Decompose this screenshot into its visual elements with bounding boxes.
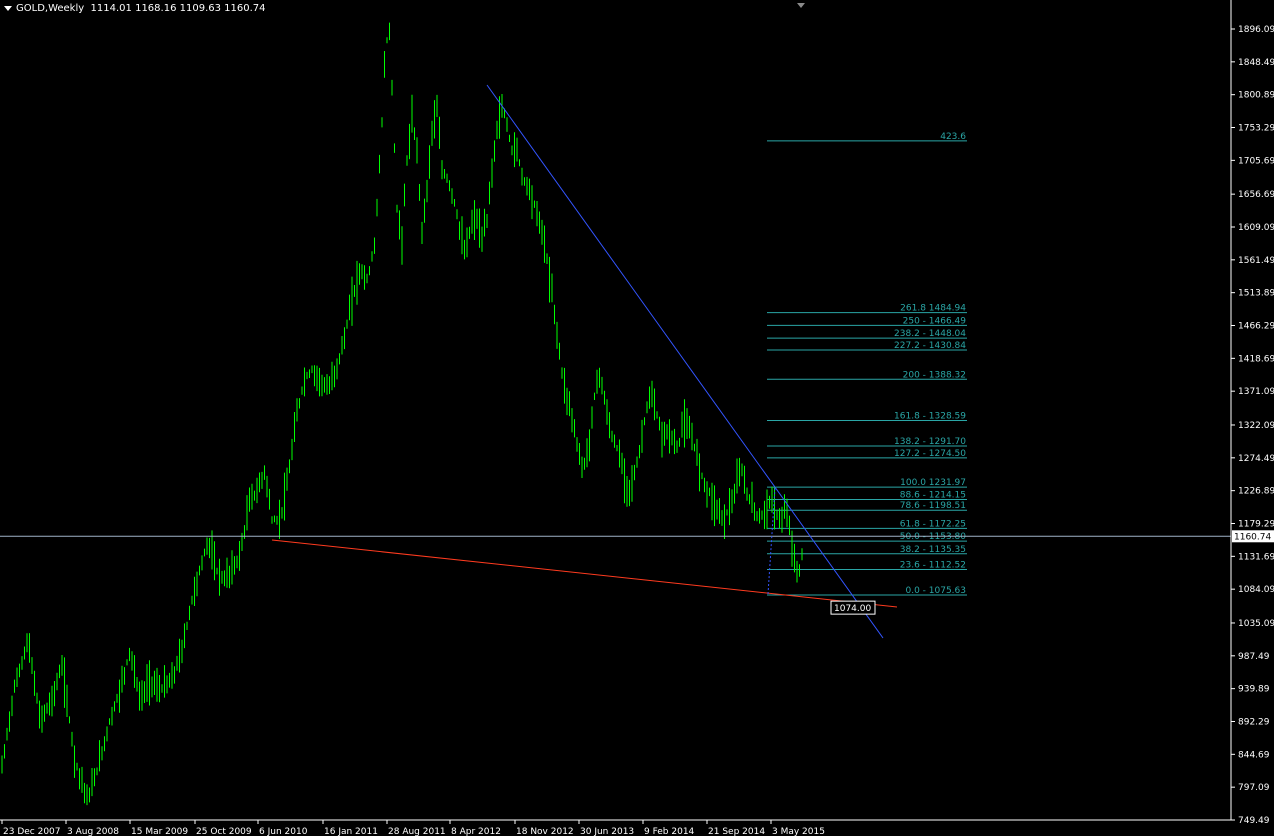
y-tick-label: 1513.89: [1238, 289, 1274, 299]
y-tick-label: 1705.69: [1238, 156, 1274, 166]
fib-level-label: 23.6 - 1112.52: [900, 561, 966, 571]
x-tick-label: 21 Sep 2014: [708, 827, 765, 836]
y-tick-label: 1848.49: [1238, 58, 1274, 68]
price-bars: [1, 22, 803, 806]
y-tick-label: 1274.49: [1238, 454, 1274, 464]
x-tick-label: 16 Jan 2011: [324, 827, 378, 836]
support-line: [271, 539, 898, 608]
x-tick-label: 3 Aug 2008: [67, 827, 119, 836]
x-tick-label: 6 Jun 2010: [259, 827, 308, 836]
x-tick-label: 3 May 2015: [772, 827, 825, 836]
y-tick-label: 892.29: [1238, 717, 1270, 727]
fib-level-label: 261.8 1484.94: [900, 304, 966, 314]
x-tick-label: 23 Dec 2007: [3, 827, 61, 836]
scroll-marker-icon: [797, 3, 805, 8]
fib-level-label: 50.0 - 1153.80: [900, 532, 966, 542]
y-tick-label: 1131.69: [1238, 552, 1274, 562]
y-tick-label: 1896.09: [1238, 25, 1274, 35]
x-tick-label: 18 Nov 2012: [516, 827, 574, 836]
fib-level-label: 61.8 - 1172.25: [900, 519, 966, 529]
y-tick-label: 939.89: [1238, 685, 1270, 695]
y-tick-label: 1035.09: [1238, 619, 1274, 629]
y-tick-label: 844.69: [1238, 750, 1270, 760]
y-tick-label: 1753.29: [1238, 124, 1274, 134]
fibonacci-levels: 423.6 261.8 1484.94 250 - 1466.49 238.2 - 1…: [767, 132, 967, 596]
y-tick-label: 749.49: [1238, 816, 1270, 826]
y-tick-label: 987.49: [1238, 652, 1270, 662]
x-tick-label: 15 Mar 2009: [131, 827, 188, 836]
axes: 1896.09 1848.49 1800.89 1753.29 1705.69 1656.…: [0, 0, 1274, 836]
fib-level-label: 238.2 - 1448.04: [894, 329, 966, 339]
y-tick-label: 1800.89: [1238, 91, 1274, 101]
fib-level-label: 138.2 - 1291.70: [894, 437, 966, 447]
fib-level-label: 100.0 1231.97: [900, 478, 966, 488]
fib-level-label: 200 - 1388.32: [903, 370, 966, 380]
fib-level-label: 423.6: [940, 132, 966, 142]
y-tick-label: 1609.09: [1238, 223, 1274, 233]
y-tick-label: 1226.89: [1238, 487, 1274, 497]
fib-level-label: 161.8 - 1328.59: [894, 411, 966, 421]
x-tick-label: 30 Jun 2013: [580, 827, 634, 836]
fib-level-label: 38.2 - 1135.35: [900, 545, 966, 555]
x-tick-label: 25 Oct 2009: [196, 827, 252, 836]
y-tick-label: 1322.09: [1238, 421, 1274, 431]
y-tick-label: 1418.69: [1238, 354, 1274, 364]
fib-level-label: 227.2 - 1430.84: [894, 341, 966, 351]
fib-level-label: 250 - 1466.49: [903, 316, 967, 326]
fib-level-label: 127.2 - 1274.50: [894, 449, 966, 459]
y-tick-label: 1371.09: [1238, 387, 1274, 397]
fib-level-label: 88.6 - 1214.15: [900, 490, 966, 500]
y-tick-label: 1179.29: [1238, 519, 1274, 529]
fib-level-label: 0.0 - 1075.63: [906, 586, 967, 596]
fib-level-label: 78.6 - 1198.51: [900, 501, 966, 511]
y-tick-label: 1084.09: [1238, 585, 1274, 595]
y-tick-label: 1561.49: [1238, 256, 1274, 266]
y-tick-label: 1656.69: [1238, 190, 1274, 200]
price-chart[interactable]: 423.6 261.8 1484.94 250 - 1466.49 238.2 - 1…: [0, 0, 1274, 836]
x-tick-label: 8 Apr 2012: [451, 827, 501, 836]
current-price-label: 1160.74: [1234, 532, 1271, 542]
x-tick-label: 28 Aug 2011: [388, 827, 446, 836]
y-tick-label: 797.09: [1238, 783, 1270, 793]
y-tick-label: 1466.29: [1238, 322, 1274, 332]
price-callout-label: 1074.00: [834, 604, 871, 614]
downtrend-line: [486, 84, 884, 639]
x-tick-label: 9 Feb 2014: [644, 827, 695, 836]
trendlines: 1160.74 1074.00: [0, 84, 1274, 639]
